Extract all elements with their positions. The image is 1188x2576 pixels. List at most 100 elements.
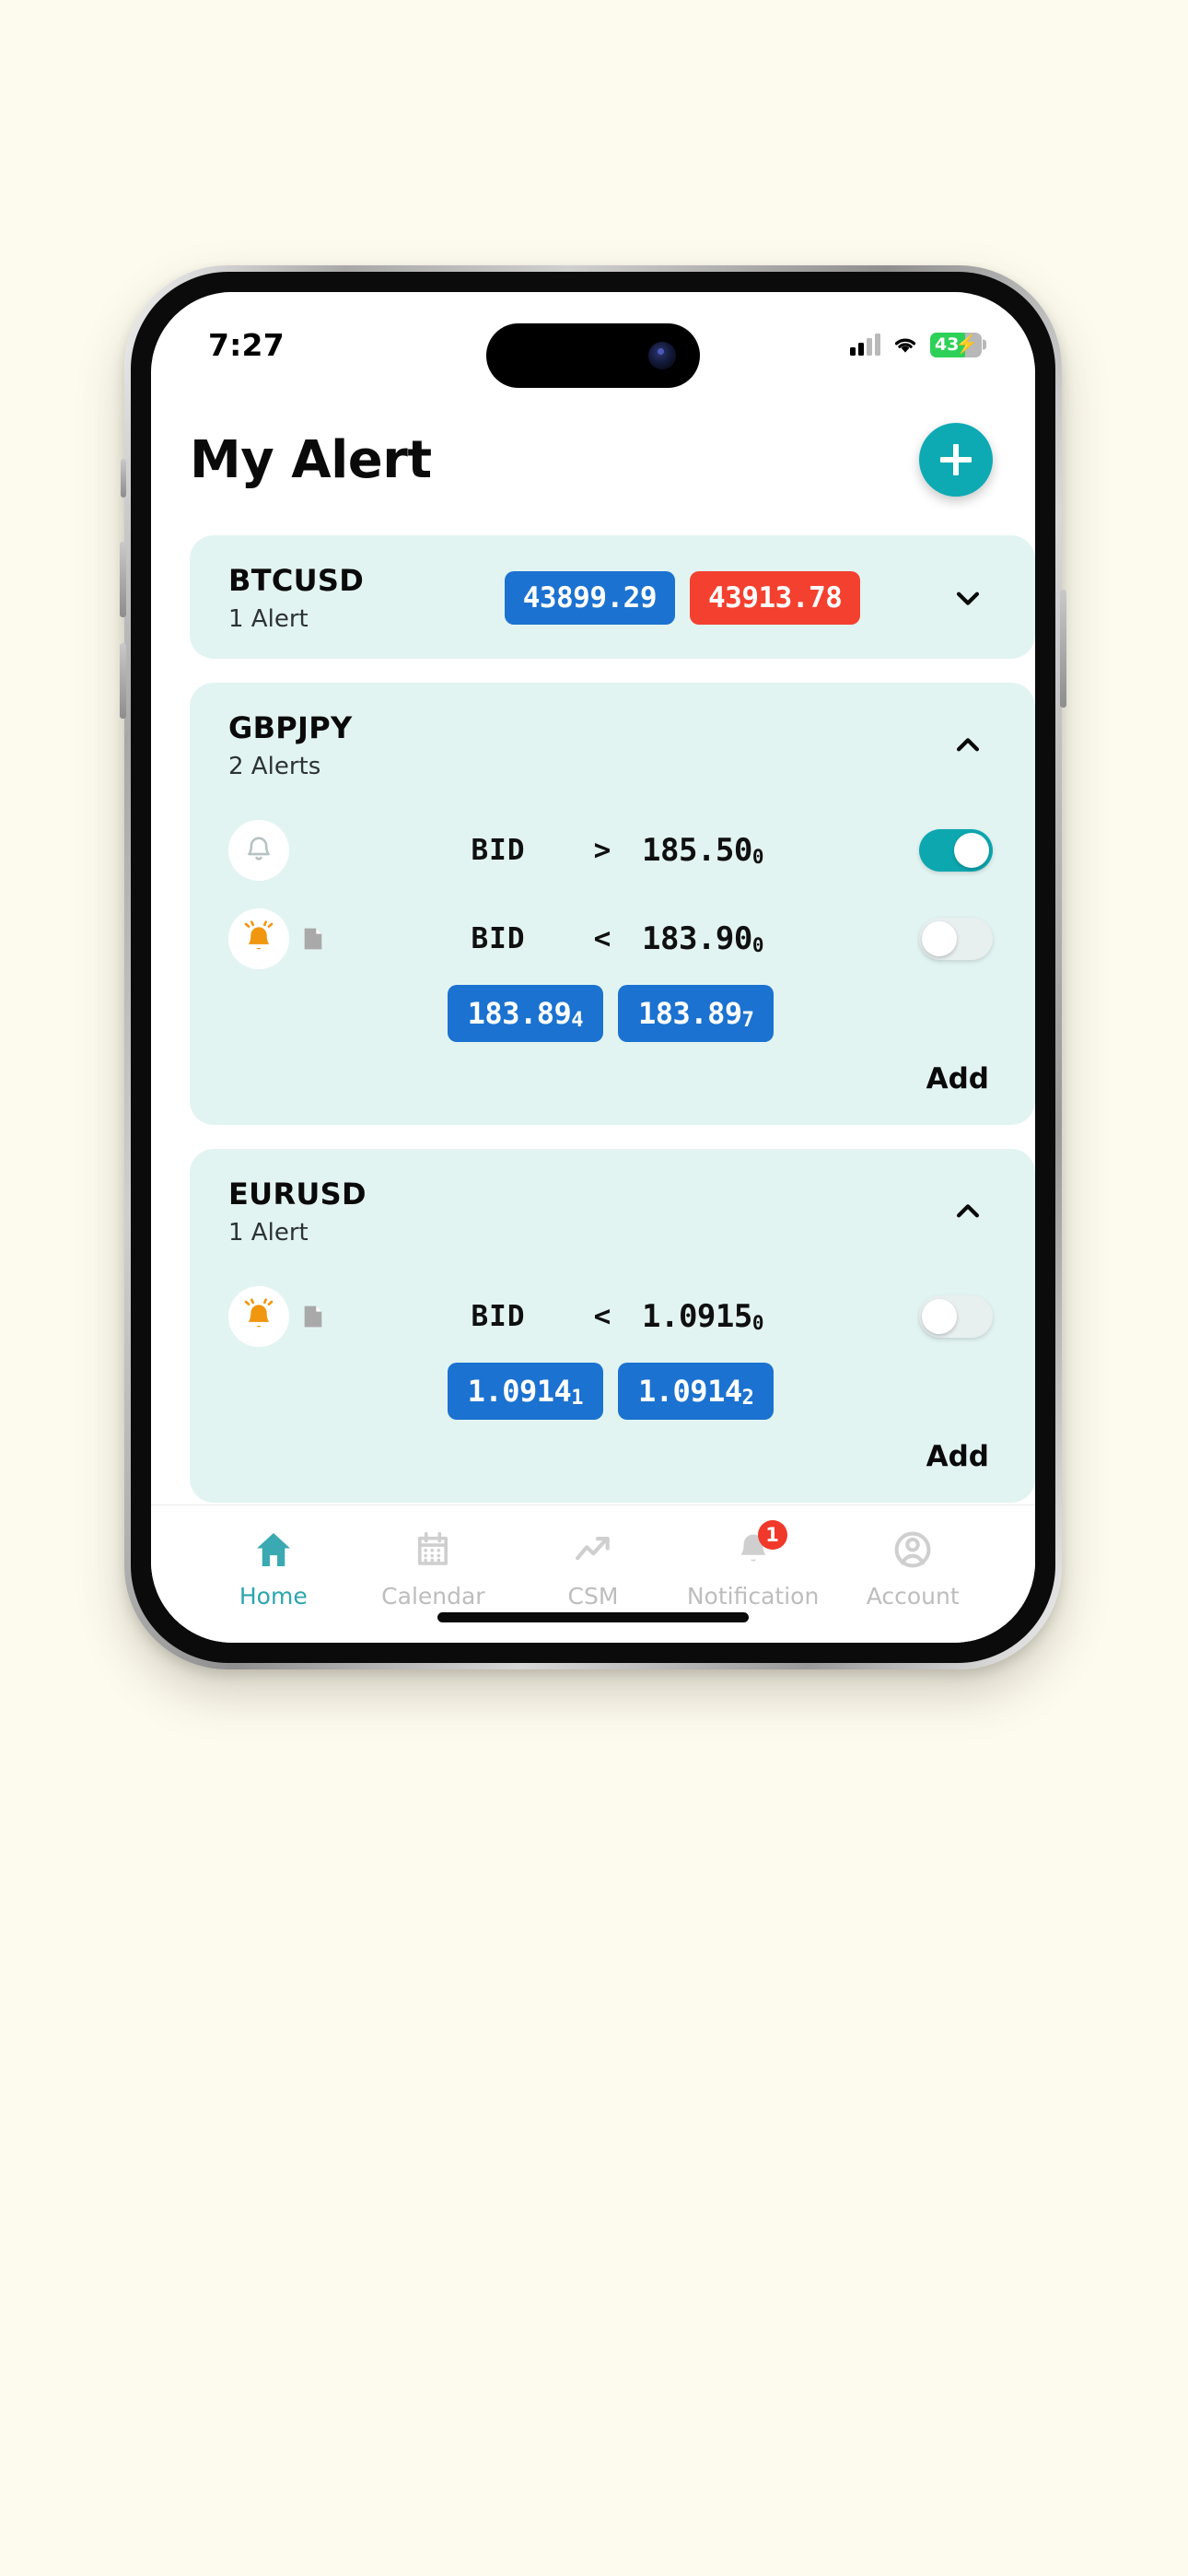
toggle-knob [954, 833, 989, 868]
condition-value: 183.900 [642, 920, 817, 957]
alert-card: GBPJPY 2 Alerts BID >185.500 BID <183.900 183.… [190, 683, 1035, 1125]
tab-account[interactable]: Account [833, 1526, 993, 1610]
alert-enable-toggle[interactable] [919, 1295, 993, 1338]
expand-collapse-toggle[interactable] [943, 730, 993, 761]
bell-status-badge[interactable] [228, 908, 289, 969]
add-alert-link[interactable]: Add [926, 1440, 989, 1473]
tab-label: Calendar [381, 1583, 485, 1610]
phone-device-frame: 7:27 43 ⚡ My Alert BTCUSD 1 Alert 43899.… [120, 265, 1066, 1669]
condition-value-subdigit: 0 [751, 934, 764, 956]
condition-value: 1.09150 [642, 1298, 817, 1335]
tab-icon-slot: 1 [732, 1520, 787, 1574]
alert-card-header[interactable]: GBPJPY 2 Alerts [190, 683, 1035, 806]
tab-label: CSM [567, 1583, 619, 1610]
volume-up-button[interactable] [120, 542, 126, 617]
phone-bezel: 7:27 43 ⚡ My Alert BTCUSD 1 Alert 43899.… [131, 272, 1055, 1663]
price-chip[interactable]: 43913.78 [690, 571, 861, 625]
bell-outline-icon [248, 837, 270, 861]
expand-collapse-toggle[interactable] [943, 582, 993, 614]
alert-row-list: BID >185.500 BID <183.900 183.894 183.897 [190, 806, 1035, 1051]
condition-operator: > [593, 834, 611, 867]
price-chip[interactable]: 1.09142 [618, 1363, 775, 1420]
volume-down-button[interactable] [120, 643, 126, 719]
header-price-group: 43899.29 43913.78 [422, 571, 943, 625]
price-value: 183.89 [467, 996, 572, 1031]
row-price-group: 1.09141 1.09142 [228, 1361, 993, 1429]
toggle-knob [922, 1299, 957, 1334]
status-bar-indicators: 43 ⚡ [850, 332, 986, 357]
wifi-icon [894, 338, 916, 353]
price-chip[interactable]: 183.897 [618, 985, 775, 1042]
condition-value-subdigit: 0 [751, 1312, 764, 1334]
tab-label: Account [866, 1583, 960, 1610]
alert-count-label: 2 Alerts [228, 753, 321, 780]
symbol-label: BTCUSD [228, 563, 365, 598]
condition-value-main: 183.90 [642, 920, 752, 957]
tab-csm[interactable]: CSM [513, 1526, 673, 1610]
tab-notification[interactable]: 1 Notification [673, 1520, 833, 1610]
price-subdigit: 4 [571, 1009, 583, 1032]
price-subdigit: 1 [571, 1387, 583, 1410]
expand-collapse-toggle[interactable] [943, 1196, 993, 1227]
condition-value-main: 1.0915 [642, 1298, 752, 1335]
bell-status-badge[interactable] [228, 820, 289, 881]
chevron-down-icon [956, 591, 980, 605]
chevron-up-icon [956, 1204, 980, 1218]
price-chip[interactable]: 1.09141 [447, 1363, 603, 1420]
tab-icon-slot [572, 1526, 614, 1574]
card-footer: Add [190, 1051, 1035, 1125]
charging-bolt-icon: ⚡ [955, 334, 978, 355]
tab-icon-slot [252, 1526, 295, 1574]
front-camera-icon [648, 342, 676, 369]
bell-status-badge[interactable] [228, 1286, 289, 1347]
alert-row[interactable]: BID <1.09150 [228, 1272, 993, 1361]
tab-home[interactable]: Home [193, 1526, 354, 1610]
condition-value-main: 185.50 [642, 832, 752, 869]
price-subdigit: 2 [741, 1387, 754, 1410]
note-icon[interactable] [298, 924, 328, 954]
phone-screen: 7:27 43 ⚡ My Alert BTCUSD 1 Alert 43899.… [151, 292, 1035, 1643]
silence-switch[interactable] [121, 459, 126, 498]
condition-expression: BID <183.900 [337, 920, 919, 957]
chevron-up-icon [956, 738, 980, 752]
tab-label: Home [239, 1583, 308, 1610]
add-alert-link[interactable]: Add [926, 1062, 989, 1095]
tab-icon-slot [891, 1526, 934, 1574]
status-bar-time: 7:27 [208, 326, 285, 363]
condition-side: BID [471, 1300, 526, 1333]
home-indicator[interactable] [437, 1612, 749, 1622]
power-button[interactable] [1060, 590, 1066, 708]
cellular-signal-icon [850, 334, 880, 356]
symbol-label: EURUSD [228, 1177, 367, 1212]
alert-count-label: 1 Alert [228, 1219, 309, 1247]
alert-row[interactable]: BID <183.900 [228, 895, 993, 983]
tab-label: Notification [686, 1583, 820, 1610]
dynamic-island [486, 323, 700, 388]
price-value: 1.0914 [467, 1374, 572, 1409]
symbol-block: GBPJPY 2 Alerts [228, 710, 422, 780]
add-alert-button[interactable] [919, 423, 993, 497]
page-title: My Alert [190, 429, 432, 490]
price-chip[interactable]: 43899.29 [504, 571, 675, 625]
alert-card-header[interactable]: BTCUSD 1 Alert 43899.29 43913.78 [190, 535, 1035, 659]
account-icon [894, 1531, 931, 1568]
alert-card-header[interactable]: EURUSD 1 Alert [190, 1149, 1035, 1272]
alert-row[interactable]: BID >185.500 [228, 806, 993, 895]
alert-card: BTCUSD 1 Alert 43899.29 43913.78 [190, 535, 1035, 659]
price-chip[interactable]: 183.894 [447, 985, 603, 1042]
condition-value: 185.500 [642, 832, 817, 869]
price-value: 43913.78 [708, 581, 843, 615]
note-icon[interactable] [298, 1302, 328, 1331]
symbol-label: GBPJPY [228, 710, 353, 745]
price-subdigit: 7 [741, 1009, 754, 1032]
alert-row-list: BID <1.09150 1.09141 1.09142 [190, 1272, 1035, 1429]
price-value: 183.89 [638, 996, 742, 1031]
alert-enable-toggle[interactable] [919, 829, 993, 872]
alert-enable-toggle[interactable] [919, 918, 993, 960]
tab-calendar[interactable]: Calendar [354, 1526, 514, 1610]
app-scroll-area[interactable]: My Alert BTCUSD 1 Alert 43899.29 43913.78 GB… [151, 292, 1035, 1505]
alert-card-list: BTCUSD 1 Alert 43899.29 43913.78 GBPJPY 2 Ale… [151, 519, 1035, 1503]
row-price-group: 183.894 183.897 [228, 983, 993, 1051]
symbol-block: EURUSD 1 Alert [228, 1177, 422, 1247]
trending-up-icon [576, 1537, 610, 1561]
